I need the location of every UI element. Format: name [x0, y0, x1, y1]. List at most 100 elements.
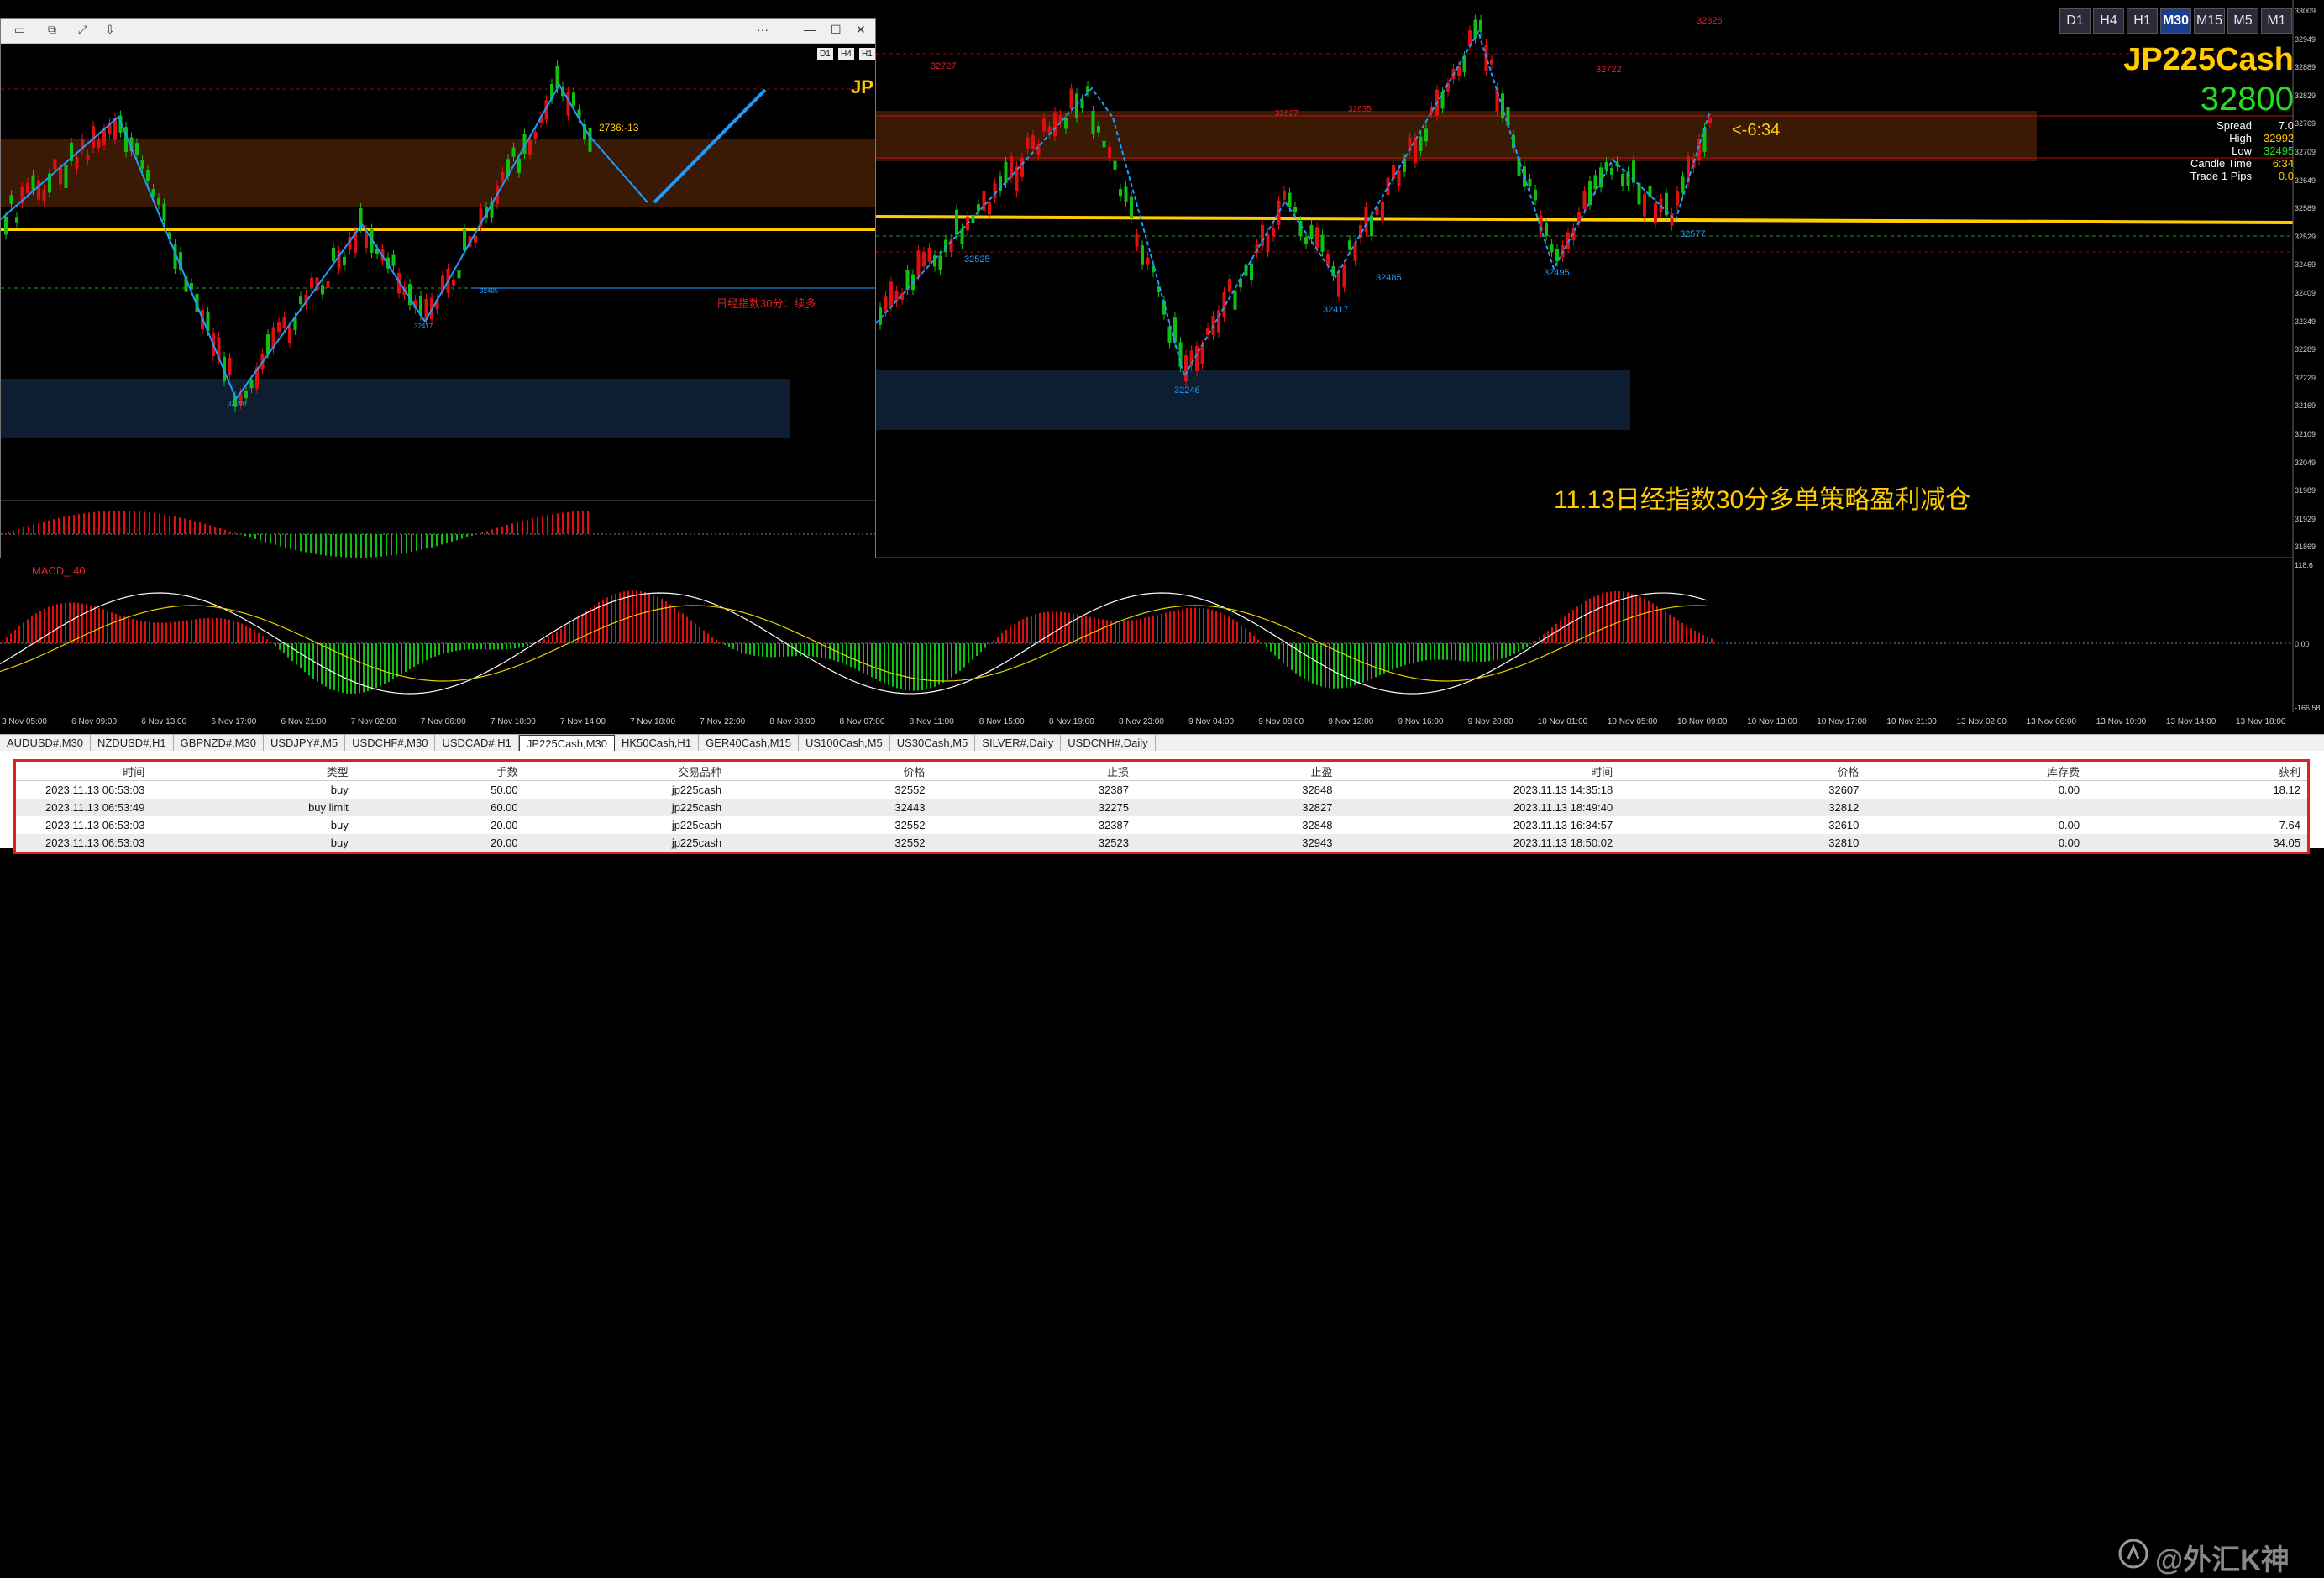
candle-body — [1026, 137, 1030, 149]
column-header[interactable]: 止损 — [932, 761, 1136, 781]
float-macd-bar — [194, 522, 196, 534]
candle-body — [1015, 166, 1019, 191]
float-candle-body — [135, 143, 139, 155]
candle-body — [988, 202, 991, 214]
column-header[interactable]: 时间 — [15, 761, 152, 781]
candle-body — [1195, 346, 1199, 371]
float-zigzag — [1, 85, 648, 399]
table-cell: 32812 — [1619, 799, 1865, 816]
tab-hk50cash-h1[interactable]: HK50Cash,H1 — [615, 735, 699, 752]
float-macd-bar — [8, 532, 9, 534]
minimize-icon[interactable]: — — [804, 23, 816, 36]
table-row[interactable]: 2023.11.13 06:53:03buy20.00jp225cash3255… — [15, 834, 2309, 853]
mini-tf-h1[interactable]: H1 — [859, 48, 875, 60]
macd-bar — [10, 634, 12, 643]
macd-bar — [132, 619, 134, 643]
column-header[interactable]: 价格 — [728, 761, 931, 781]
high-row: High32992 — [2229, 132, 2294, 144]
macd-bar — [753, 643, 755, 656]
window-icon-1[interactable]: ▭ — [14, 23, 25, 37]
macd-bar — [522, 643, 524, 647]
tab-jp225cash-m30[interactable]: JP225Cash,M30 — [519, 735, 615, 752]
macd-bar — [98, 608, 100, 643]
column-header[interactable]: 获利 — [2086, 761, 2308, 781]
macd-bar — [153, 622, 155, 643]
save-icon[interactable]: ⇩ — [105, 23, 115, 37]
float-candle-body — [452, 280, 455, 286]
float-macd-bar — [3, 533, 4, 534]
table-cell: 7.64 — [2086, 816, 2308, 834]
tab-audusd-m30[interactable]: AUDUSD#,M30 — [0, 735, 91, 752]
tab-nzdusd-h1[interactable]: NZDUSD#,H1 — [91, 735, 174, 752]
window-icon-2[interactable]: ⧉ — [48, 23, 56, 37]
table-cell: 32387 — [932, 816, 1136, 834]
table-cell: 32848 — [1136, 781, 1339, 799]
chart-area[interactable]: 3282532727327223262732635325253224632417… — [0, 0, 2324, 712]
macd-bar — [1215, 611, 1217, 643]
yellow-trendline — [876, 217, 2293, 223]
candle-body — [1092, 111, 1095, 134]
floating-window-titlebar[interactable]: ▭ ⧉ ⤢ ⇩ ··· — ☐ ✕ — [1, 19, 875, 44]
float-macd-bar — [365, 534, 367, 558]
candle-body — [1228, 279, 1231, 292]
macd-bar — [1639, 596, 1641, 643]
tab-us100cash-m5[interactable]: US100Cash,M5 — [799, 735, 890, 752]
tab-usdchf-m30[interactable]: USDCHF#,M30 — [345, 735, 435, 752]
macd-bar — [682, 614, 684, 643]
float-candle-body — [152, 189, 155, 197]
tf-m1[interactable]: M1 — [2261, 8, 2292, 34]
float-macd-bar — [517, 522, 518, 534]
macd-bar — [1467, 643, 1469, 662]
tab-usdcad-h1[interactable]: USDCAD#,H1 — [435, 735, 518, 752]
macd-bar — [1375, 643, 1377, 677]
tab-silver-daily[interactable]: SILVER#,Daily — [975, 735, 1061, 752]
column-header[interactable]: 库存费 — [1865, 761, 2086, 781]
macd-bar — [1413, 643, 1414, 663]
tf-m15[interactable]: M15 — [2194, 8, 2225, 34]
column-header[interactable]: 时间 — [1339, 761, 1619, 781]
price-tick: 32949 — [2295, 35, 2316, 44]
maximize-icon[interactable]: ☐ — [831, 23, 842, 37]
mini-tf-h4[interactable]: H4 — [838, 48, 854, 60]
expand-icon[interactable]: ⤢ — [78, 23, 87, 37]
table-row[interactable]: 2023.11.13 06:53:49buy limit60.00jp225ca… — [15, 799, 2309, 816]
column-header[interactable]: 止盈 — [1136, 761, 1339, 781]
macd-bar — [1022, 619, 1024, 643]
macd-bar — [1106, 620, 1108, 643]
macd-bar — [749, 643, 751, 655]
candle-body — [1070, 88, 1073, 108]
table-row[interactable]: 2023.11.13 06:53:03buy20.00jp225cash3255… — [15, 816, 2309, 834]
candle-body — [1037, 144, 1041, 155]
tab-ger40cash-m15[interactable]: GER40Cash,M15 — [699, 735, 799, 752]
tab-usdcnh-daily[interactable]: USDCNH#,Daily — [1061, 735, 1155, 752]
float-macd-bar — [53, 519, 55, 534]
tab-usdjpy-m5[interactable]: USDJPY#,M5 — [264, 735, 345, 752]
candle-body — [1419, 136, 1423, 150]
tab-gbpnzd-m30[interactable]: GBPNZD#,M30 — [174, 735, 264, 752]
column-header[interactable]: 手数 — [355, 761, 525, 781]
float-candle-body — [567, 92, 570, 116]
candle-body — [1398, 170, 1401, 186]
table-row[interactable]: 2023.11.13 06:53:03buy50.00jp225cash3255… — [15, 781, 2309, 799]
float-macd-bar — [375, 534, 377, 557]
macd-bar — [1446, 643, 1448, 660]
float-macd-bar — [144, 511, 145, 534]
tf-h1[interactable]: H1 — [2127, 8, 2158, 34]
macd-bar — [858, 643, 860, 671]
mini-tf-d1[interactable]: D1 — [817, 48, 833, 60]
column-header[interactable]: 价格 — [1619, 761, 1865, 781]
tf-d1[interactable]: D1 — [2059, 8, 2091, 34]
close-icon[interactable]: ✕ — [856, 23, 866, 37]
tf-h4[interactable]: H4 — [2093, 8, 2124, 34]
tf-m30[interactable]: M30 — [2160, 8, 2191, 34]
column-header[interactable]: 交易品种 — [525, 761, 728, 781]
macd-bar — [548, 637, 549, 643]
macd-bar — [1136, 620, 1137, 643]
tf-m5[interactable]: M5 — [2227, 8, 2258, 34]
column-header[interactable]: 类型 — [151, 761, 354, 781]
float-macd-bar — [300, 534, 302, 551]
more-icon[interactable]: ··· — [757, 23, 769, 36]
floating-chart-window[interactable]: ▭ ⧉ ⤢ ⇩ ··· — ☐ ✕ 322463241732485 D1 H4 … — [0, 18, 876, 558]
tab-us30cash-m5[interactable]: US30Cash,M5 — [890, 735, 976, 752]
float-candle-body — [589, 128, 592, 152]
